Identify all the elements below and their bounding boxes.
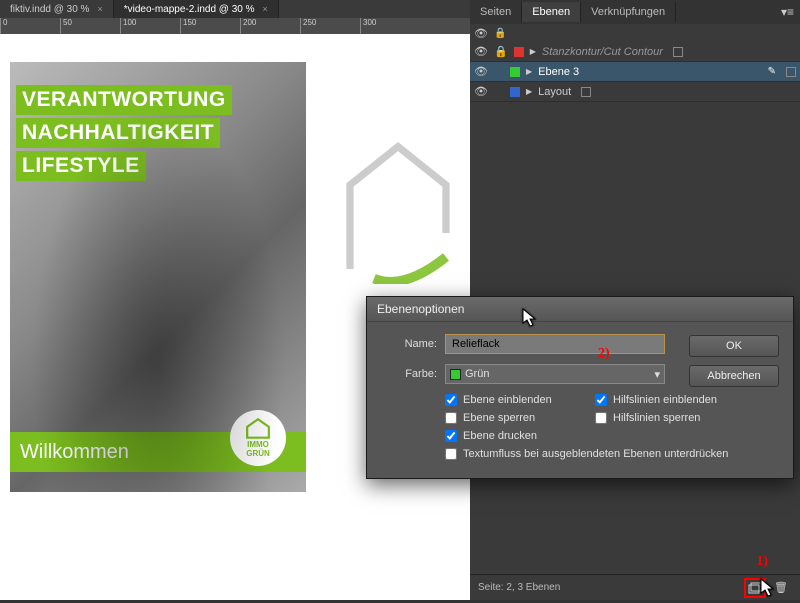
panel-tabs: Seiten Ebenen Verknüpfungen ▾≡	[470, 0, 800, 24]
panel-status-text: Seite: 2, 3 Ebenen	[478, 582, 560, 593]
layer-name: Ebene 3	[538, 66, 579, 78]
headline-text: VERANTWORTUNG	[16, 85, 232, 115]
disclosure-icon[interactable]: ▶	[526, 67, 532, 76]
print-layer-checkbox[interactable]: Ebene drucken	[445, 430, 595, 442]
lock-header-icon: 🔒	[494, 28, 506, 39]
disclosure-icon[interactable]: ▶	[530, 47, 536, 56]
new-layer-button[interactable]	[744, 578, 766, 598]
document-tab[interactable]: fiktiv.indd @ 30 % ×	[0, 0, 114, 18]
annotation-marker: 1)	[756, 554, 768, 570]
lock-icon[interactable]: 🔒	[494, 45, 508, 58]
shape-outline-icon	[338, 134, 458, 284]
delete-layer-button[interactable]	[770, 578, 792, 598]
color-chip-icon	[450, 369, 461, 380]
disclosure-icon[interactable]: ▶	[526, 87, 532, 96]
panel-footer: Seite: 2, 3 Ebenen	[470, 574, 800, 600]
layer-color-select[interactable]: Grün ▾	[445, 364, 665, 384]
headline-text: NACHHALTIGKEIT	[16, 118, 220, 148]
layer-color-swatch	[514, 47, 524, 57]
brand-logo: IMMO GRÜN	[230, 410, 286, 466]
document-tab[interactable]: *video-mappe-2.indd @ 30 % ×	[114, 0, 279, 18]
panel-menu-icon[interactable]: ▾≡	[775, 5, 800, 19]
suppress-wrap-checkbox[interactable]: Textumfluss bei ausgeblendeten Ebenen un…	[445, 448, 765, 460]
visibility-toggle-icon[interactable]: 👁	[474, 45, 488, 58]
edit-icon[interactable]: ✎	[768, 66, 776, 77]
visibility-header-icon: 👁	[474, 27, 488, 40]
page-artwork[interactable]: VERANTWORTUNG NACHHALTIGKEIT LIFESTYLE W…	[10, 62, 306, 492]
cancel-button[interactable]: Abbrechen	[689, 365, 779, 387]
horizontal-ruler: 0 50 100 150 200 250 300	[0, 18, 470, 34]
annotation-marker: 2)	[598, 346, 610, 362]
visibility-toggle-icon[interactable]: 👁	[474, 65, 488, 78]
document-tab-label: *video-mappe-2.indd @ 30 %	[124, 4, 255, 15]
close-icon[interactable]: ×	[263, 4, 268, 14]
layer-name: Stanzkontur/Cut Contour	[542, 46, 663, 58]
lock-guides-checkbox[interactable]: Hilfslinien sperren	[595, 412, 765, 424]
color-label: Farbe:	[381, 368, 437, 380]
layer-row[interactable]: 👁 ▶ Ebene 3 ✎	[470, 62, 800, 82]
selection-indicator[interactable]	[673, 47, 683, 57]
visibility-toggle-icon[interactable]: 👁	[474, 85, 488, 98]
panel-tab-links[interactable]: Verknüpfungen	[581, 2, 676, 22]
selection-indicator[interactable]	[786, 67, 796, 77]
panel-tab-pages[interactable]: Seiten	[470, 2, 522, 22]
document-tab-label: fiktiv.indd @ 30 %	[10, 4, 89, 15]
layer-options-dialog: Ebenenoptionen OK Abbrechen Name: Farbe:…	[366, 296, 794, 479]
selection-indicator[interactable]	[581, 87, 591, 97]
layer-name: Layout	[538, 86, 571, 98]
close-icon[interactable]: ×	[97, 4, 102, 14]
layer-name-input[interactable]	[445, 334, 665, 354]
name-label: Name:	[381, 338, 437, 350]
layer-color-swatch	[510, 67, 520, 77]
dialog-title: Ebenenoptionen	[367, 297, 793, 322]
layer-row[interactable]: 👁 🔒 ▶ Stanzkontur/Cut Contour	[470, 42, 800, 62]
ok-button[interactable]: OK	[689, 335, 779, 357]
welcome-bar: Willkommen IMMO GRÜN	[10, 432, 306, 472]
show-guides-checkbox[interactable]: Hilfslinien einblenden	[595, 394, 765, 406]
layer-color-swatch	[510, 87, 520, 97]
chevron-down-icon: ▾	[654, 368, 660, 381]
welcome-text: Willkommen	[20, 441, 129, 464]
panel-tab-layers[interactable]: Ebenen	[522, 2, 581, 22]
headline-text: LIFESTYLE	[16, 151, 146, 181]
lock-layer-checkbox[interactable]: Ebene sperren	[445, 412, 595, 424]
show-layer-checkbox[interactable]: Ebene einblenden	[445, 394, 595, 406]
layer-row[interactable]: 👁 ▶ Layout	[470, 82, 800, 102]
